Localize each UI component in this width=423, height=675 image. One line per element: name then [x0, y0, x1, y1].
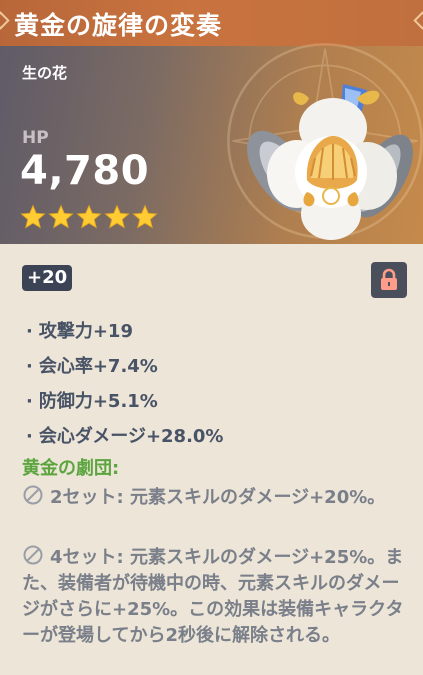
star-icon — [76, 204, 102, 229]
level-badge: +20 — [22, 265, 73, 291]
lock-button[interactable] — [371, 262, 407, 298]
prohibited-icon — [23, 485, 43, 505]
corner-ornament-right — [413, 11, 423, 30]
corner-ornament-left — [0, 11, 10, 30]
substat-text: 会心率+7.4% — [38, 356, 158, 377]
main-stat-label: HP — [22, 128, 49, 148]
set-effect-2pc: 2セット: 元素スキルのダメージ+20%。 — [22, 484, 407, 511]
prohibited-icon — [23, 545, 43, 565]
set-effect-text: 2セット: 元素スキルのダメージ+20%。 — [50, 487, 386, 508]
artifact-name: 黄金の旋律の変奏 — [14, 11, 223, 40]
substat-item: · 防御力+5.1% — [26, 384, 406, 419]
artifact-slot: 生の花 — [22, 64, 68, 82]
substat-list: · 攻撃力+19 · 会心率+7.4% · 防御力+5.1% · 会心ダメージ+28.0… — [26, 314, 406, 454]
substat-text: 防御力+5.1% — [38, 391, 158, 412]
star-icon — [48, 204, 74, 229]
substat-item: · 攻撃力+19 — [26, 314, 406, 349]
rarity-stars — [20, 204, 160, 232]
bullet-icon: · — [26, 321, 33, 342]
star-icon — [104, 204, 130, 229]
substat-text: 攻撃力+19 — [38, 321, 133, 342]
bullet-icon: · — [26, 426, 33, 447]
lock-icon — [381, 268, 397, 290]
bullet-icon: · — [26, 391, 33, 412]
substat-item: · 会心率+7.4% — [26, 349, 406, 384]
set-effect-text: 4セット: 元素スキルのダメージ+25%。また、装備者が待機中の時、元素スキルの… — [22, 547, 404, 646]
substat-item: · 会心ダメージ+28.0% — [26, 419, 406, 454]
flower-of-life-icon — [247, 84, 413, 240]
main-stat-value: 4,780 — [20, 148, 150, 194]
set-effect-4pc: 4セット: 元素スキルのダメージ+25%。また、装備者が待機中の時、元素スキルの… — [22, 544, 407, 649]
bullet-icon: · — [26, 356, 33, 377]
artifact-header: 生の花 HP 4,780 — [0, 43, 423, 244]
star-icon — [132, 204, 158, 229]
substat-text: 会心ダメージ+28.0% — [38, 426, 224, 447]
set-name: 黄金の劇団: — [22, 458, 120, 479]
star-icon — [20, 204, 46, 229]
artifact-card: 黄金の旋律の変奏 生の花 HP 4,780 +20 · 攻撃力+19 · 会心率… — [0, 0, 423, 675]
artifact-details: +20 · 攻撃力+19 · 会心率+7.4% · 防御力+5.1% · 会心ダメージ+… — [0, 244, 423, 675]
